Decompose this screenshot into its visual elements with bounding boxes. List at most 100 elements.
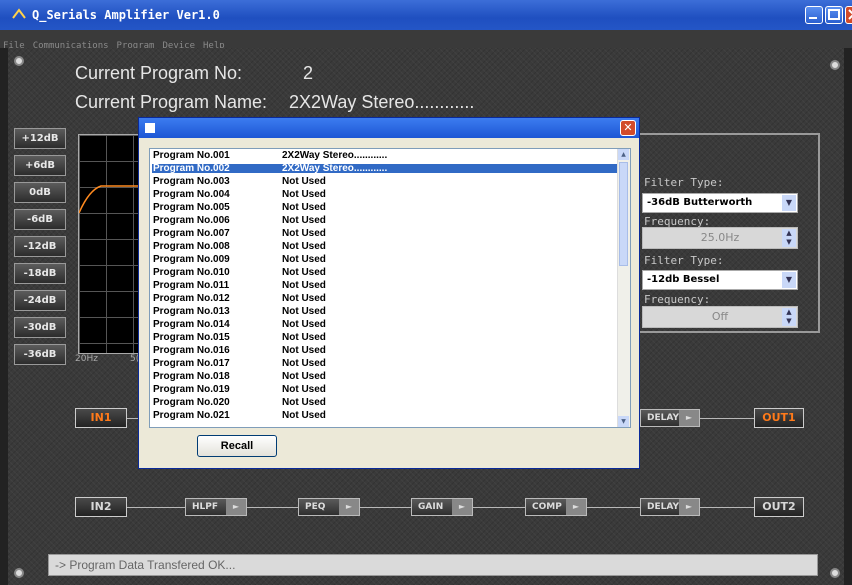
list-item[interactable]: Program No.010 Not Used <box>152 267 618 278</box>
hp-filter-type-value: -36dB Butterworth <box>647 197 753 208</box>
program-name: Not Used <box>282 280 326 291</box>
program-number: Program No.019 <box>153 384 230 395</box>
program-number: Program No.013 <box>153 306 230 317</box>
program-name: Not Used <box>282 345 326 356</box>
graph-x-label-start: 20Hz <box>75 354 98 364</box>
screw-icon <box>830 568 840 578</box>
screw-icon <box>830 60 840 70</box>
lp-frequency-label: Frequency: <box>644 293 711 306</box>
arrow-right-icon: ► <box>226 499 246 515</box>
program-name: Not Used <box>282 397 326 408</box>
list-item[interactable]: Program No.017 Not Used <box>152 358 618 369</box>
list-item[interactable]: Program No.018 Not Used <box>152 371 618 382</box>
peq2-button[interactable]: PEQ ► <box>298 498 360 516</box>
list-item[interactable]: Program No.001 2X2Way Stereo............ <box>152 151 618 161</box>
in2-button[interactable]: IN2 <box>75 497 127 517</box>
program-name: Not Used <box>282 267 326 278</box>
arrow-right-icon: ► <box>339 499 359 515</box>
program-name: Not Used <box>282 228 326 239</box>
lp-filter-type-label: Filter Type: <box>644 254 724 267</box>
in1-button[interactable]: IN1 <box>75 408 127 428</box>
db-button-minus6[interactable]: -6dB <box>14 209 66 230</box>
program-number: Program No.004 <box>153 189 230 200</box>
close-icon <box>848 9 852 20</box>
list-item[interactable]: Program No.015 Not Used <box>152 332 618 343</box>
comp2-label: COMP <box>532 502 562 512</box>
list-item[interactable]: Program No.002 2X2Way Stereo............ <box>152 163 618 174</box>
recall-button[interactable]: Recall <box>197 435 277 457</box>
close-button[interactable] <box>845 6 852 24</box>
db-button-minus30[interactable]: -30dB <box>14 317 66 338</box>
scroll-up-icon[interactable]: ▲ <box>618 149 629 160</box>
chevron-down-icon: ▼ <box>782 195 796 211</box>
program-number: Program No.005 <box>153 202 230 213</box>
db-button-0[interactable]: 0dB <box>14 182 66 203</box>
menu-bar: File Communications Program Device Help <box>0 30 852 51</box>
db-button-minus18[interactable]: -18dB <box>14 263 66 284</box>
minimize-button[interactable] <box>805 6 823 24</box>
list-item[interactable]: Program No.009 Not Used <box>152 254 618 265</box>
dialog-close-button[interactable]: ✕ <box>620 120 636 136</box>
chevron-down-icon: ▼ <box>782 272 796 288</box>
program-name-label: Current Program Name: <box>75 92 268 112</box>
db-button-plus6[interactable]: +6dB <box>14 155 66 176</box>
window-title: Q_Serials Amplifier Ver1.0 <box>32 8 220 22</box>
hp-frequency-spinner[interactable]: 25.0Hz ▲ ▼ <box>642 227 798 249</box>
status-bar: -> Program Data Transfered OK... <box>48 554 818 576</box>
list-item[interactable]: Program No.011 Not Used <box>152 280 618 291</box>
list-item[interactable]: Program No.020 Not Used <box>152 397 618 408</box>
list-item[interactable]: Program No.012 Not Used <box>152 294 618 304</box>
program-number: Program No.010 <box>153 267 230 278</box>
db-button-plus12[interactable]: +12dB <box>14 128 66 149</box>
db-button-minus36[interactable]: -36dB <box>14 344 66 365</box>
program-name: Not Used <box>282 319 326 330</box>
lp-frequency-spinner[interactable]: Off ▲ ▼ <box>642 306 798 328</box>
scroll-down-icon[interactable]: ▼ <box>618 416 629 427</box>
list-item[interactable]: Program No.021 Not Used <box>152 411 618 421</box>
list-item[interactable]: Program No.014 Not Used <box>152 319 618 330</box>
program-name: 2X2Way Stereo............ <box>282 163 388 174</box>
app-logo-icon <box>12 8 26 19</box>
comp2-button[interactable]: COMP ► <box>525 498 587 516</box>
program-name: Not Used <box>282 332 326 343</box>
out1-button[interactable]: OUT1 <box>754 408 804 428</box>
gain2-label: GAIN <box>418 502 444 512</box>
program-number: Program No.003 <box>153 176 230 187</box>
list-item[interactable]: Program No.005 Not Used <box>152 202 618 213</box>
arrow-right-icon: ► <box>679 410 699 426</box>
delay1-label: DELAY <box>647 413 679 423</box>
list-item[interactable]: Program No.004 Not Used <box>152 189 618 200</box>
scroll-thumb[interactable] <box>619 162 628 266</box>
list-item[interactable]: Program No.006 Not Used <box>152 216 618 226</box>
program-number: Program No.018 <box>153 371 230 382</box>
maximize-button[interactable] <box>825 6 843 24</box>
list-item[interactable]: Program No.013 Not Used <box>152 306 618 317</box>
list-item[interactable]: Program No.007 Not Used <box>152 228 618 239</box>
out2-button[interactable]: OUT2 <box>754 497 804 517</box>
db-button-minus12[interactable]: -12dB <box>14 236 66 257</box>
program-name: Not Used <box>282 358 326 369</box>
lp-filter-type-select[interactable]: -12db Bessel ▼ <box>642 270 798 290</box>
db-button-minus24[interactable]: -24dB <box>14 290 66 311</box>
list-item[interactable]: Program No.003 Not Used <box>152 176 618 187</box>
program-no-value: 2 <box>303 63 314 83</box>
peq2-label: PEQ <box>305 502 326 512</box>
gain2-button[interactable]: GAIN ► <box>411 498 473 516</box>
hlpf2-button[interactable]: HLPF ► <box>185 498 247 516</box>
list-scrollbar[interactable]: ▲ ▼ <box>617 149 630 427</box>
delay1-button[interactable]: DELAY ► <box>640 409 700 427</box>
list-item[interactable]: Program No.016 Not Used <box>152 345 618 356</box>
list-item[interactable]: Program No.019 Not Used <box>152 384 618 395</box>
program-name: Not Used <box>282 202 326 213</box>
program-name: Not Used <box>282 384 326 395</box>
screw-icon <box>14 56 24 66</box>
program-name: Not Used <box>282 254 326 265</box>
hp-filter-type-select[interactable]: -36dB Butterworth ▼ <box>642 193 798 213</box>
program-list[interactable]: Program No.001 2X2Way Stereo............ P… <box>149 148 631 428</box>
arrow-right-icon: ► <box>679 499 699 515</box>
arrow-right-icon: ► <box>566 499 586 515</box>
program-number: Program No.008 <box>153 241 230 252</box>
delay2-button[interactable]: DELAY ► <box>640 498 700 516</box>
list-item[interactable]: Program No.008 Not Used <box>152 241 618 252</box>
program-select-dialog: ✕ Program No.001 2X2Way Stereo...........… <box>138 117 640 469</box>
